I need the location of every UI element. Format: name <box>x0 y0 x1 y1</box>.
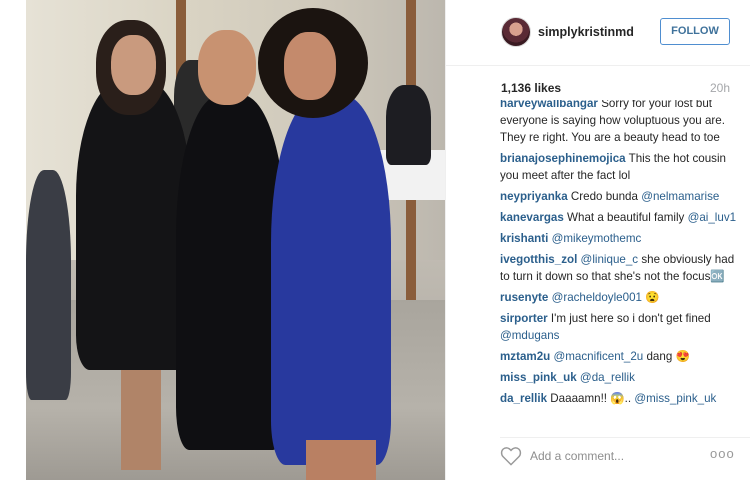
comment-item: sirporter I'm just here so i don't get f… <box>500 310 750 344</box>
add-comment-input[interactable] <box>530 446 700 466</box>
photo-subject-right-legs <box>306 440 376 480</box>
comment-mention[interactable]: @racheldoyle001 <box>552 291 642 304</box>
photo-subject-right-face <box>284 32 336 100</box>
username-link[interactable]: simplykristinmd <box>538 25 634 39</box>
comments-list[interactable]: harveywallbangar Sorry for your lost but… <box>500 100 750 434</box>
comment-item: mztam2u @macnificent_2u dang 😍 <box>500 348 750 365</box>
photo-subject-center-face <box>198 30 256 105</box>
comment-item: kanevargas What a beautiful family @ai_l… <box>500 209 750 226</box>
comment-mention[interactable]: @nelmamarise <box>641 190 719 203</box>
comment-mention[interactable]: @mikeymothemc <box>552 232 642 245</box>
comment-item: da_rellik Daaaamn!! 😱.. @miss_pink_uk <box>500 390 750 407</box>
photo-background-person <box>26 170 71 400</box>
comment-mention[interactable]: @linique_c <box>581 253 639 266</box>
comment-item: brianajosephinemojica This the hot cousi… <box>500 150 750 184</box>
comment-author[interactable]: ivegotthis_zol <box>500 253 577 266</box>
comment-item: krishanti @mikeymothemc <box>500 230 750 247</box>
comment-author[interactable]: neypriyanka <box>500 190 568 203</box>
comment-mention[interactable]: @mdugans <box>500 329 559 342</box>
comment-text: Credo bunda <box>570 190 638 203</box>
comment-author[interactable]: krishanti <box>500 232 548 245</box>
comment-mention[interactable]: @da_rellik <box>580 371 635 384</box>
comment-author[interactable]: rusenyte <box>500 291 548 304</box>
comment-text: dang 😍 <box>646 350 690 363</box>
comment-item: harveywallbangar Sorry for your lost but… <box>500 100 750 146</box>
comment-author[interactable]: mztam2u <box>500 350 550 363</box>
heart-icon[interactable] <box>500 446 522 466</box>
comment-mention[interactable]: @macnificent_2u <box>554 350 644 363</box>
comment-author[interactable]: kanevargas <box>500 211 564 224</box>
comment-text: Daaaamn!! 😱.. <box>550 392 632 405</box>
comment-author[interactable]: da_rellik <box>500 392 547 405</box>
comment-item: neypriyanka Credo bunda @nelmamarise <box>500 188 750 205</box>
comment-text: I'm just here so i don't get fined <box>550 312 711 325</box>
comment-author[interactable]: miss_pink_uk <box>500 371 577 384</box>
comment-author[interactable]: harveywallbangar <box>500 100 598 110</box>
photo-subject-left-face <box>111 35 156 95</box>
comment-text: What a beautiful family <box>567 211 685 224</box>
more-options-icon[interactable]: ooo <box>710 446 735 461</box>
avatar[interactable] <box>501 17 531 47</box>
photo-subject-left <box>76 80 191 370</box>
comment-item: miss_pink_uk @da_rellik <box>500 369 750 386</box>
comment-author[interactable]: sirporter <box>500 312 548 325</box>
comment-footer: ooo <box>500 437 750 480</box>
comment-mention[interactable]: @miss_pink_uk <box>634 392 716 405</box>
comment-item: ivegotthis_zol @linique_c she obviously … <box>500 251 750 285</box>
post-sidebar: simplykristinmd FOLLOW 1,136 likes 20h h… <box>445 0 750 480</box>
photo-subject-left-legs <box>121 370 161 470</box>
likes-count[interactable]: 1,136 likes <box>501 81 561 95</box>
post-header: simplykristinmd FOLLOW <box>446 0 750 66</box>
photo-subject-center <box>176 95 286 450</box>
comment-mention[interactable]: @ai_luv1 <box>688 211 737 224</box>
post-photo[interactable] <box>26 0 445 480</box>
photo-subject-right <box>271 95 391 465</box>
post-timestamp[interactable]: 20h <box>710 81 730 95</box>
comment-author[interactable]: brianajosephinemojica <box>500 152 626 165</box>
comment-item: rusenyte @racheldoyle001 😧 <box>500 289 750 306</box>
follow-button[interactable]: FOLLOW <box>660 18 730 45</box>
comment-text: 😧 <box>645 291 660 304</box>
photo-background-person <box>386 85 431 165</box>
